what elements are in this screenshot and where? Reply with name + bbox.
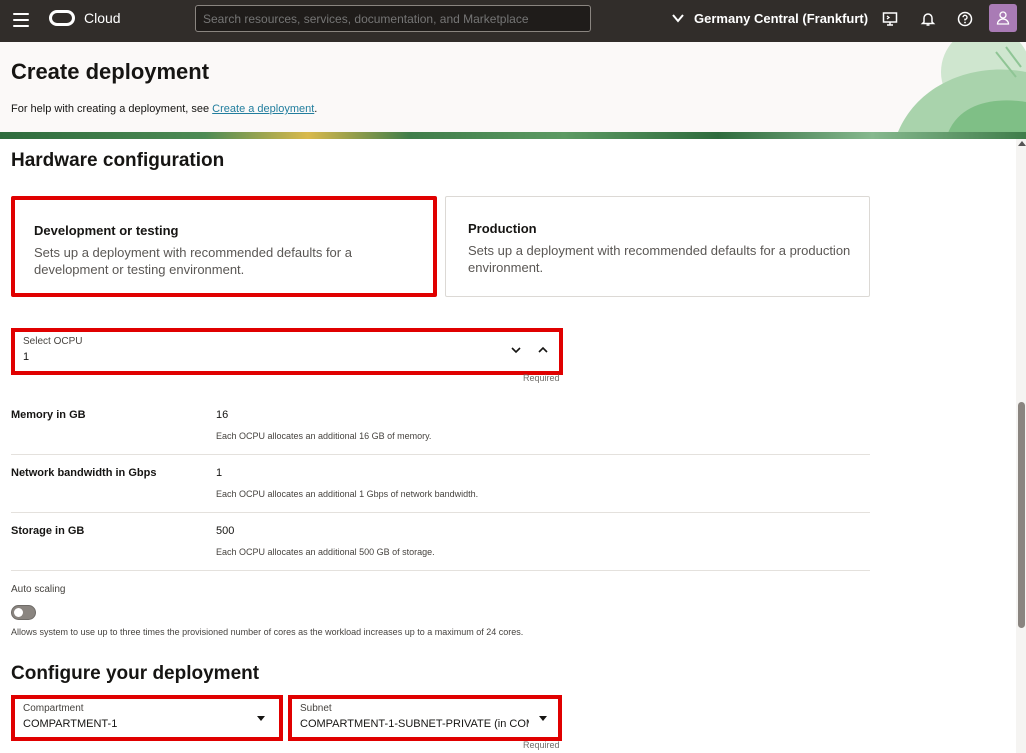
brand-label[interactable]: Cloud xyxy=(84,10,121,26)
subnet-value: COMPARTMENT-1-SUBNET-PRIVATE (in COM xyxy=(300,718,529,730)
region-chevron-down-icon[interactable] xyxy=(672,12,684,24)
storage-help: Each OCPU allocates an additional 500 GB… xyxy=(216,547,435,557)
page-header: Create deployment For help with creating… xyxy=(0,42,1026,139)
auto-scaling-help: Allows system to use up to three times t… xyxy=(11,627,524,637)
page-title: Create deployment xyxy=(11,59,210,84)
top-navigation-bar: Cloud Germany Central (Frankfurt) xyxy=(0,0,1026,42)
network-bandwidth-label: Network bandwidth in Gbps xyxy=(11,467,157,479)
hardware-configuration-heading: Hardware configuration xyxy=(11,150,225,171)
user-profile-icon xyxy=(996,11,1010,25)
subnet-required-hint: Required xyxy=(523,740,560,750)
option-description-line-1: Sets up a deployment with recommended de… xyxy=(34,245,352,260)
row-divider xyxy=(11,454,870,455)
storage-label: Storage in GB xyxy=(11,525,85,537)
scrollbar-thumb[interactable] xyxy=(1018,402,1025,628)
compartment-value: COMPARTMENT-1 xyxy=(23,718,118,730)
production-option-card[interactable]: Production Sets up a deployment with rec… xyxy=(445,196,870,297)
notifications-bell-icon[interactable] xyxy=(920,11,936,27)
scroll-up-arrow-icon[interactable] xyxy=(1018,141,1026,146)
help-text: For help with creating a deployment, see… xyxy=(11,103,317,115)
option-description-line-1: Sets up a deployment with recommended de… xyxy=(468,243,851,258)
search-input[interactable] xyxy=(195,5,591,32)
dropdown-caret-icon[interactable] xyxy=(537,712,549,724)
ocpu-label: Select OCPU xyxy=(23,336,83,347)
ocpu-required-hint: Required xyxy=(523,373,560,383)
compartment-label: Compartment xyxy=(23,703,84,714)
row-divider xyxy=(11,570,870,571)
memory-help: Each OCPU allocates an additional 16 GB … xyxy=(216,431,432,441)
ocpu-value: 1 xyxy=(23,351,30,363)
oracle-logo-icon[interactable] xyxy=(49,10,75,26)
create-deployment-link[interactable]: Create a deployment xyxy=(212,103,314,115)
increment-chevron-up-icon[interactable] xyxy=(537,344,549,356)
configure-deployment-heading: Configure your deployment xyxy=(11,663,260,684)
select-ocpu-field[interactable]: Select OCPU 1 xyxy=(11,328,563,375)
storage-value: 500 xyxy=(216,525,235,537)
hamburger-menu-icon[interactable] xyxy=(13,13,29,27)
row-divider xyxy=(11,512,870,513)
auto-scaling-label: Auto scaling xyxy=(11,584,66,595)
option-description-line-2: environment. xyxy=(468,260,544,275)
subnet-select[interactable]: Subnet COMPARTMENT-1-SUBNET-PRIVATE (in … xyxy=(288,695,562,741)
user-avatar[interactable] xyxy=(989,4,1017,32)
compartment-select[interactable]: Compartment COMPARTMENT-1 xyxy=(11,695,283,741)
development-testing-option-card[interactable]: Development or testing Sets up a deploym… xyxy=(11,196,437,297)
toggle-knob xyxy=(14,608,23,617)
auto-scaling-toggle[interactable] xyxy=(11,605,36,620)
dropdown-caret-icon[interactable] xyxy=(255,712,267,724)
subnet-label: Subnet xyxy=(300,703,332,714)
help-icon[interactable] xyxy=(957,11,973,27)
memory-value: 16 xyxy=(216,409,229,421)
network-bandwidth-help: Each OCPU allocates an additional 1 Gbps… xyxy=(216,489,479,499)
help-prefix: For help with creating a deployment, see xyxy=(11,103,213,115)
option-description-line-2: development or testing environment. xyxy=(34,262,245,277)
memory-label: Memory in GB xyxy=(11,409,86,421)
cloud-shell-icon[interactable] xyxy=(882,11,898,27)
decorative-pattern-band xyxy=(0,132,1026,139)
network-bandwidth-value: 1 xyxy=(216,467,223,479)
option-title: Production xyxy=(468,221,537,236)
help-suffix: . xyxy=(314,103,318,115)
region-selector[interactable]: Germany Central (Frankfurt) xyxy=(694,11,868,26)
decorative-leaf-banner xyxy=(896,42,1026,139)
decrement-chevron-down-icon[interactable] xyxy=(510,344,522,356)
option-title: Development or testing xyxy=(34,223,179,238)
